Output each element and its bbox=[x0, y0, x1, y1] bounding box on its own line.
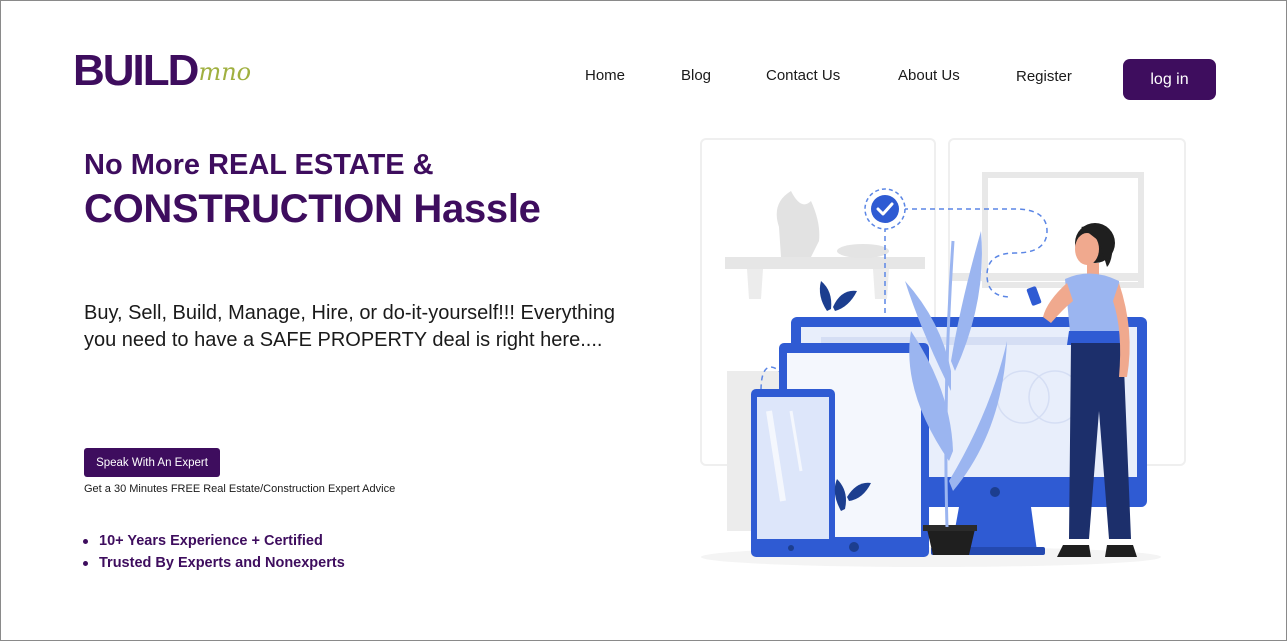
brand-logo[interactable]: BUILD mno bbox=[73, 47, 251, 93]
logo-wordmark: BUILD bbox=[73, 46, 199, 95]
cta-note: Get a 30 Minutes FREE Real Estate/Constr… bbox=[84, 483, 396, 495]
check-circle-icon bbox=[871, 195, 899, 223]
hero-title-line1: No More REAL ESTATE & bbox=[84, 149, 434, 181]
speak-with-expert-button[interactable]: Speak With An Expert bbox=[84, 448, 220, 477]
login-button[interactable]: log in bbox=[1123, 59, 1216, 100]
feature-item: Trusted By Experts and Nonexperts bbox=[83, 552, 345, 574]
person-with-devices-illustration bbox=[700, 138, 1186, 567]
nav-register[interactable]: Register bbox=[1016, 68, 1072, 85]
hero-title-line2: CONSTRUCTION Hassle bbox=[84, 187, 541, 231]
nav-contact-us[interactable]: Contact Us bbox=[766, 67, 840, 84]
feature-list: 10+ Years Experience + Certified Trusted… bbox=[83, 530, 345, 574]
logo-script: mno bbox=[198, 58, 252, 86]
feature-item: 10+ Years Experience + Certified bbox=[83, 530, 345, 552]
nav-home[interactable]: Home bbox=[585, 67, 625, 84]
nav-about-us[interactable]: About Us bbox=[898, 67, 960, 84]
hero-lead: Buy, Sell, Build, Manage, Hire, or do-it… bbox=[84, 302, 615, 351]
nav-blog[interactable]: Blog bbox=[681, 67, 711, 84]
